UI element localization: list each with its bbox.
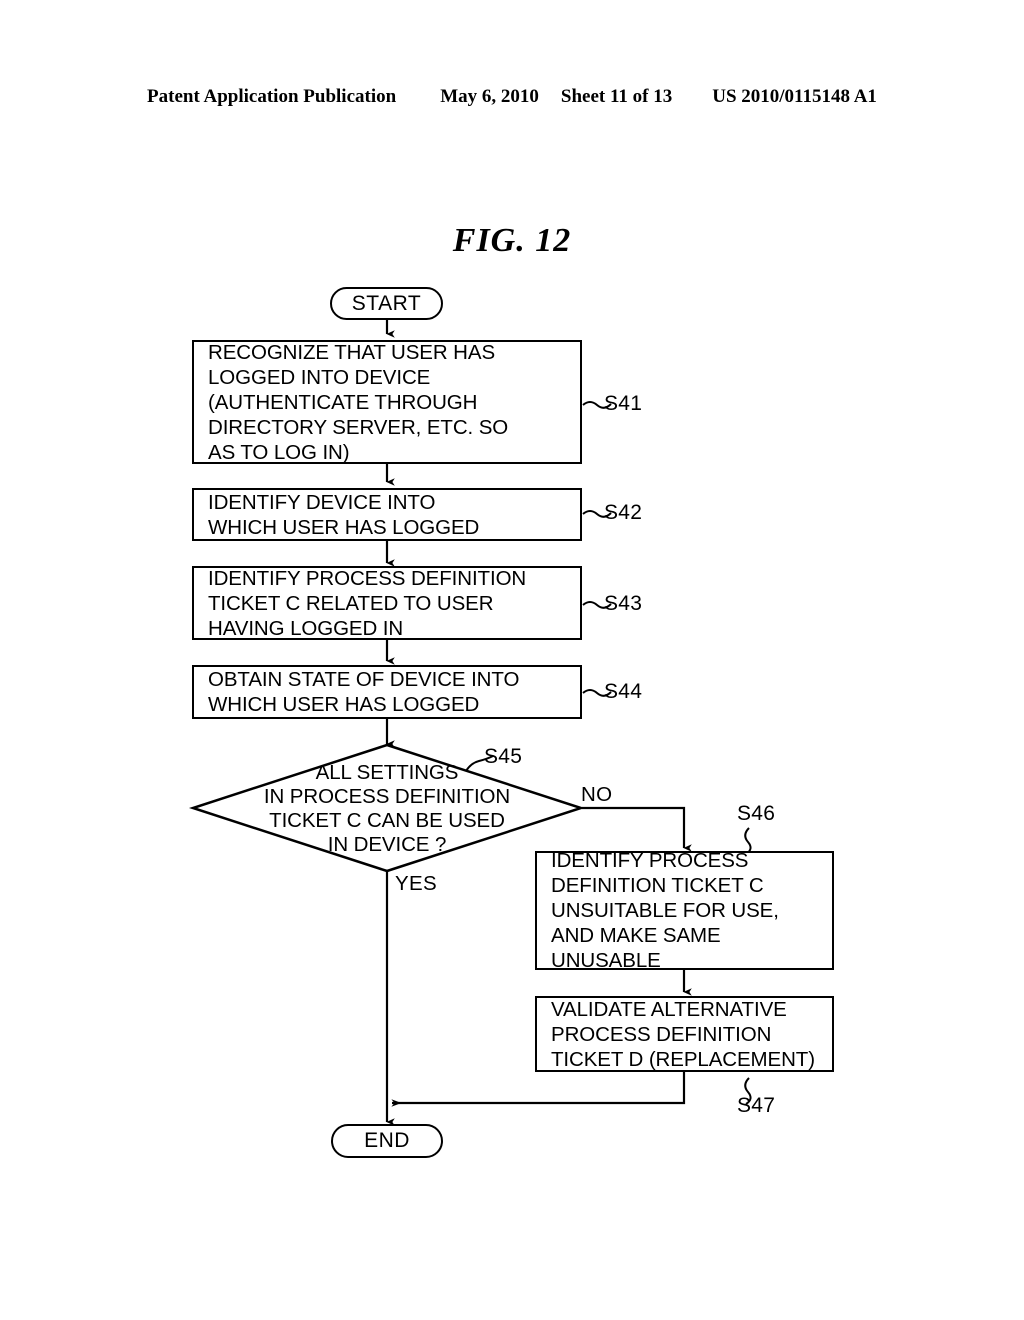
- node-start: START: [330, 287, 443, 320]
- node-s46-line-4: AND MAKE SAME: [551, 924, 721, 947]
- node-s42-line-1: IDENTIFY DEVICE INTO: [208, 490, 436, 514]
- step-label-s42: S42: [604, 501, 643, 524]
- node-s41-line-4: DIRECTORY SERVER, ETC. SO: [208, 415, 509, 439]
- node-s41-line-1: RECOGNIZE THAT USER HAS: [208, 340, 496, 364]
- node-s46-line-2: DEFINITION TICKET C: [551, 874, 764, 897]
- node-s43-line-1: IDENTIFY PROCESS DEFINITION: [208, 566, 527, 590]
- node-start-label: START: [351, 291, 422, 315]
- node-s47: VALIDATE ALTERNATIVE PROCESS DEFINITION …: [535, 996, 834, 1072]
- node-s46-line-1: IDENTIFY PROCESS: [551, 849, 749, 872]
- sheet-number: Sheet 11 of 13: [560, 86, 673, 107]
- node-s41: RECOGNIZE THAT USER HAS LOGGED INTO DEVI…: [192, 340, 582, 464]
- patent-number: US 2010/0115148 A1: [712, 86, 877, 107]
- node-s41-line-2: LOGGED INTO DEVICE: [208, 365, 431, 389]
- node-s46-line-5: UNUSABLE: [551, 949, 661, 972]
- node-s42-line-2: WHICH USER HAS LOGGED: [208, 515, 480, 539]
- node-s46: IDENTIFY PROCESS DEFINITION TICKET C UNS…: [535, 849, 834, 972]
- publication-date: May 6, 2010: [440, 86, 539, 107]
- branch-label-yes: YES: [395, 872, 437, 895]
- node-s45-text: ALL SETTINGS IN PROCESS DEFINITION TICKE…: [193, 745, 581, 872]
- node-s44-line-2: WHICH USER HAS LOGGED: [208, 693, 480, 716]
- step-label-s45: S45: [484, 745, 523, 768]
- edge-s45-no-to-s46: [582, 806, 692, 852]
- node-s45-line-2: IN PROCESS DEFINITION: [263, 784, 511, 808]
- node-s41-line-3: (AUTHENTICATE THROUGH: [208, 390, 478, 414]
- node-s43-line-3: HAVING LOGGED IN: [208, 616, 404, 640]
- node-s46-line-3: UNSUITABLE FOR USE,: [551, 899, 779, 922]
- step-label-s46: S46: [737, 802, 776, 825]
- node-s43-line-2: TICKET C RELATED TO USER: [208, 591, 494, 615]
- step-label-s41: S41: [604, 392, 643, 415]
- step-label-s43: S43: [604, 592, 643, 615]
- publication-header: Patent Application Publication May 6, 201…: [0, 86, 1024, 108]
- node-s44-line-1: OBTAIN STATE OF DEVICE INTO: [208, 668, 520, 691]
- flowchart-connectors: [188, 319, 752, 1126]
- node-s43: IDENTIFY PROCESS DEFINITION TICKET C REL…: [192, 566, 582, 640]
- node-s41-line-5: AS TO LOG IN): [208, 440, 350, 464]
- step-label-s47: S47: [737, 1094, 776, 1117]
- node-s45: ALL SETTINGS IN PROCESS DEFINITION TICKE…: [193, 745, 581, 872]
- node-s45-line-1: ALL SETTINGS: [315, 760, 459, 784]
- publication-title: Patent Application Publication: [147, 86, 397, 107]
- figure-title: FIG. 12: [452, 222, 572, 259]
- node-s44: OBTAIN STATE OF DEVICE INTO WHICH USER H…: [192, 665, 582, 719]
- node-s45-line-3: TICKET C CAN BE USED: [269, 808, 505, 832]
- node-s47-line-3: TICKET D (REPLACEMENT): [551, 1047, 815, 1071]
- branch-label-no: NO: [581, 783, 613, 806]
- node-s47-line-2: PROCESS DEFINITION: [551, 1022, 772, 1046]
- node-s45-line-4: IN DEVICE ?: [327, 832, 447, 856]
- node-end-label: END: [364, 1129, 410, 1152]
- patent-figure-page: Patent Application Publication May 6, 201…: [0, 0, 1024, 1320]
- node-end: END: [331, 1124, 443, 1158]
- edge-s47-to-end: [391, 1072, 686, 1107]
- step-label-s44: S44: [604, 680, 643, 703]
- node-s42: IDENTIFY DEVICE INTO WHICH USER HAS LOGG…: [192, 488, 582, 541]
- node-s47-line-1: VALIDATE ALTERNATIVE: [551, 997, 787, 1021]
